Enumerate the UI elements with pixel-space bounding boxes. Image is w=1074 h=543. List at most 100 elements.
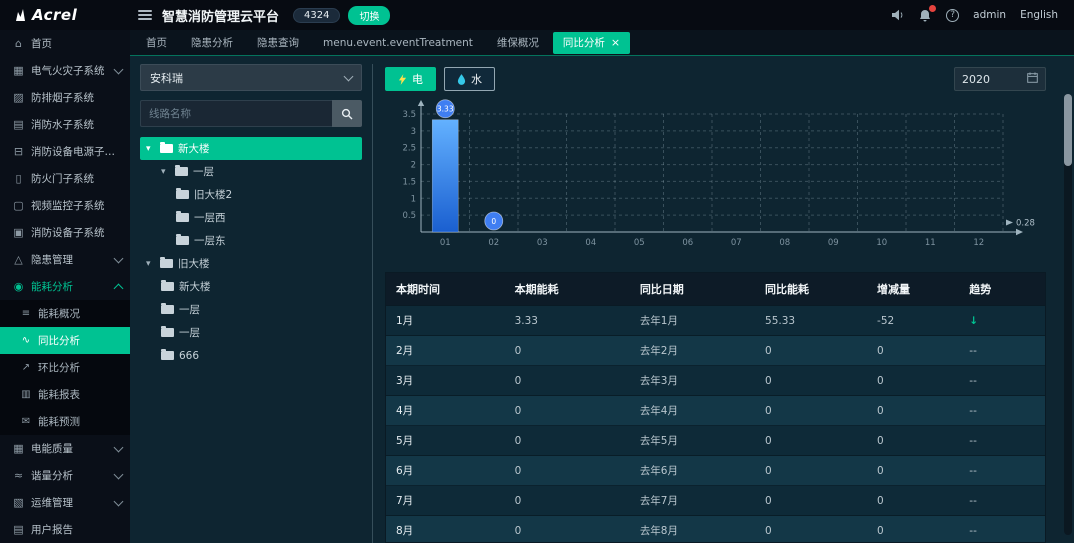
logo-text: Acrel xyxy=(32,6,78,24)
table-row[interactable]: 5月 0 去年5月 0 0 -- xyxy=(386,425,1045,456)
tree-node-6[interactable]: 新大楼 xyxy=(140,275,362,298)
table-row[interactable]: 6月 0 去年6月 0 0 -- xyxy=(386,455,1045,486)
svg-text:12: 12 xyxy=(973,238,984,248)
tab-1[interactable]: 首页 xyxy=(136,32,177,54)
tree-node-2[interactable]: 旧大楼2 xyxy=(140,183,362,206)
switch-button[interactable]: 切换 xyxy=(348,5,391,25)
svg-text:0.5: 0.5 xyxy=(402,211,416,221)
table-row[interactable]: 7月 0 去年7月 0 0 -- xyxy=(386,485,1045,516)
tree-node-8[interactable]: 一层 xyxy=(140,321,362,344)
svg-text:3.5: 3.5 xyxy=(402,110,416,120)
table-col-4: 增减量 xyxy=(867,273,960,306)
table-cell: 2月 xyxy=(386,335,505,366)
tree-node-7[interactable]: 一层 xyxy=(140,298,362,321)
line-search xyxy=(140,100,362,127)
tree-node-9[interactable]: 666 xyxy=(140,344,362,367)
notification-bell-icon[interactable] xyxy=(918,5,937,22)
energy-toggle-electric[interactable]: 电 xyxy=(385,67,436,91)
table-cell: 0 xyxy=(867,455,960,486)
tree-caret-icon[interactable]: ▾ xyxy=(146,144,155,154)
sidebar-collapse-icon[interactable] xyxy=(138,10,152,20)
table-cell: 6月 xyxy=(386,455,505,486)
tree-node-0[interactable]: ▾ 新大楼 xyxy=(140,137,362,160)
sidebar-subitem-9-2[interactable]: ↗ 环比分析 xyxy=(0,354,130,381)
tab-6[interactable]: 同比分析 × xyxy=(552,31,631,54)
station-select[interactable]: 安科瑞 xyxy=(140,64,362,91)
sidebar-item-11[interactable]: ≈ 谐量分析 xyxy=(0,462,130,489)
table-row[interactable]: 2月 0 去年2月 0 0 -- xyxy=(386,335,1045,366)
sidebar-subitem-9-1[interactable]: ∿ 同比分析 xyxy=(0,327,130,354)
sidebar-item-2[interactable]: ▨ 防排烟子系统 xyxy=(0,84,130,111)
folder-icon xyxy=(161,303,174,314)
table-row[interactable]: 3月 0 去年3月 0 0 -- xyxy=(386,365,1045,396)
close-tab-icon[interactable]: × xyxy=(611,36,620,49)
vertical-scrollbar[interactable] xyxy=(1064,94,1072,535)
energy-toggle-water[interactable]: 水 xyxy=(444,67,495,91)
tab-2[interactable]: 隐患分析 xyxy=(181,32,243,54)
tree-caret-icon[interactable]: ▾ xyxy=(146,259,155,269)
sidebar-item-3[interactable]: ▤ 消防水子系统 xyxy=(0,111,130,138)
sidebar-item-4[interactable]: ⊟ 消防设备电源子系统 xyxy=(0,138,130,165)
tree-node-4[interactable]: 一层东 xyxy=(140,229,362,252)
svg-text:03: 03 xyxy=(537,238,548,248)
table-row[interactable]: 1月 3.33 去年1月 55.33 -52 ↓ xyxy=(386,305,1045,336)
help-icon[interactable]: ? xyxy=(946,8,960,22)
svg-text:11: 11 xyxy=(925,238,936,248)
tree-node-5[interactable]: ▾ 旧大楼 xyxy=(140,252,362,275)
fire-door-icon: ▯ xyxy=(15,172,22,185)
table-cell: -- xyxy=(959,455,1045,486)
language-switch[interactable]: English xyxy=(1020,9,1058,21)
sidebar-subitem-9-3[interactable]: ▥ 能耗报表 xyxy=(0,381,130,408)
table-cell: 0 xyxy=(755,395,868,426)
sidebar-item-5[interactable]: ▯ 防火门子系统 xyxy=(0,165,130,192)
hazard-icon: △ xyxy=(14,253,23,266)
sidebar-subitem-9-4[interactable]: ✉ 能耗预测 xyxy=(0,408,130,435)
table-cell: 0 xyxy=(755,515,868,542)
svg-text:05: 05 xyxy=(634,238,645,248)
table-row[interactable]: 8月 0 去年8月 0 0 -- xyxy=(386,515,1045,542)
scrollbar-thumb[interactable] xyxy=(1064,94,1072,166)
sidebar-item-1[interactable]: ▦ 电气火灾子系统 xyxy=(0,57,130,84)
table-cell: -- xyxy=(959,335,1045,366)
year-select[interactable]: 2020 xyxy=(954,67,1046,91)
sidebar-item-label: 防火门子系统 xyxy=(31,173,94,185)
electric-bolt-icon xyxy=(398,73,407,85)
sidebar-item-label: 视频监控子系统 xyxy=(31,200,105,212)
tree-node-3[interactable]: 一层西 xyxy=(140,206,362,229)
device-tree: ▾ 新大楼 ▾ 一层 旧大楼2 一层西 一层东 ▾ 旧大楼 新大楼 一层 一层 666 xyxy=(140,137,362,367)
table-cell: 0 xyxy=(867,485,960,516)
table-row[interactable]: 4月 0 去年4月 0 0 -- xyxy=(386,395,1045,426)
chevron-down-icon xyxy=(113,469,124,479)
sidebar-item-9[interactable]: ◉ 能耗分析 xyxy=(0,273,130,300)
svg-text:0: 0 xyxy=(491,217,496,226)
table-cell: 0 xyxy=(755,365,868,396)
bar-01[interactable] xyxy=(431,119,459,233)
tree-caret-icon[interactable]: ▾ xyxy=(161,167,170,177)
sidebar-item-13[interactable]: ▤ 用户报告 xyxy=(0,516,130,543)
table-cell: 去年3月 xyxy=(629,365,756,396)
sidebar-item-10[interactable]: ▦ 电能质量 xyxy=(0,435,130,462)
sidebar-item-12[interactable]: ▧ 运维管理 xyxy=(0,489,130,516)
line-search-input[interactable] xyxy=(140,100,332,127)
main-column: 首页 隐患分析 隐患查询 menu.event.eventTreatment 维保概况同… xyxy=(130,30,1074,543)
tree-node-label: 一层东 xyxy=(194,235,226,247)
sidebar-subitem-9-0[interactable]: ≡ 能耗概况 xyxy=(0,300,130,327)
chevron-down-icon xyxy=(343,71,354,81)
layout: ⌂ 首页 ▦ 电气火灾子系统 ▨ 防排烟子系统 ▤ 消防水子系统 ⊟ 消防设备电源子系统 ▯ 防火门子… xyxy=(0,30,1074,543)
chevron-down-icon xyxy=(113,64,124,74)
page-title: 智慧消防管理云平台 xyxy=(162,9,280,25)
sidebar-item-0[interactable]: ⌂ 首页 xyxy=(0,30,130,57)
sidebar-item-7[interactable]: ▣ 消防设备子系统 xyxy=(0,219,130,246)
search-icon[interactable] xyxy=(332,100,362,127)
tab-3[interactable]: 隐患查询 xyxy=(247,32,309,54)
user-name[interactable]: admin xyxy=(973,9,1006,21)
point-label-01: 3.33 xyxy=(435,99,455,119)
volume-icon[interactable] xyxy=(890,8,904,22)
sidebar-item-label: 用户报告 xyxy=(31,524,73,536)
tree-node-label: 旧大楼 xyxy=(178,258,210,270)
sidebar-item-6[interactable]: ▢ 视频监控子系统 xyxy=(0,192,130,219)
tree-node-1[interactable]: ▾ 一层 xyxy=(140,160,362,183)
sidebar-item-8[interactable]: △ 隐患管理 xyxy=(0,246,130,273)
tab-4[interactable]: menu.event.eventTreatment xyxy=(313,32,483,54)
tab-5[interactable]: 维保概况 xyxy=(487,32,549,54)
